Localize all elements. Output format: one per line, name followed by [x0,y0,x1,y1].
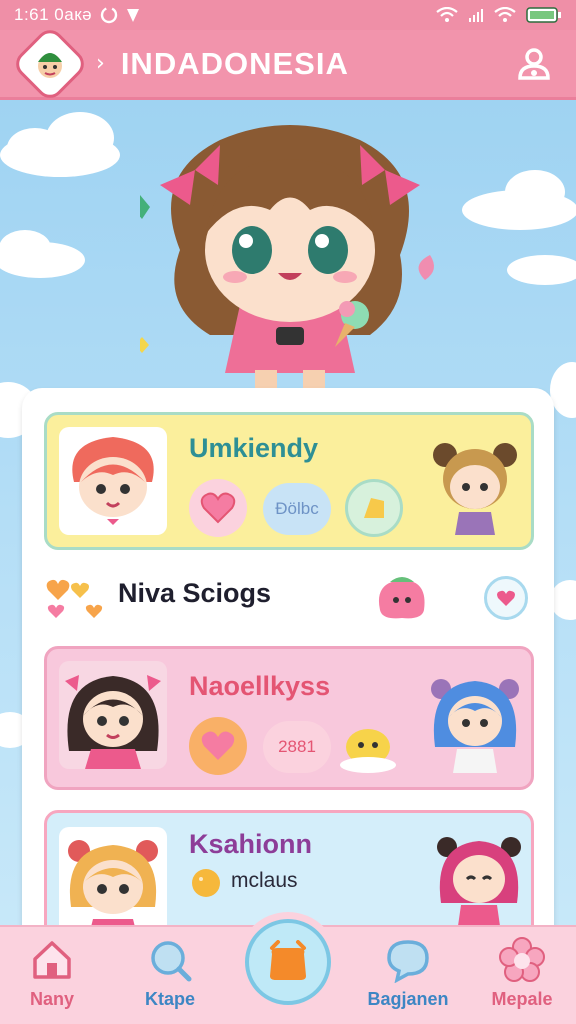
heart-button[interactable] [189,717,247,775]
nav-item-home[interactable]: Nany [0,937,104,1023]
wifi-icon [436,7,458,22]
avatar [59,427,167,535]
nav-item-profile[interactable]: Mepale [470,937,574,1023]
nav-item-label: Mepale [491,989,553,1009]
shield-icon [127,9,140,22]
nav-item-chat[interactable]: Bagjanen [356,937,460,1023]
blonde-girl-avatar-icon [68,840,158,935]
app-header: › INDADONESIA [0,23,576,104]
character-row-2[interactable]: Niva Sciogs [44,566,534,630]
stat-pill[interactable]: Đölbc [263,483,331,535]
heart-icon [200,492,236,524]
avatar [59,661,167,769]
search-icon [151,941,192,982]
user-settings-icon [518,47,550,80]
stat-pill-label: Đölbc [275,499,319,518]
mascot-girl-illustration [140,125,434,392]
status-time: 1:61 0aкə [14,5,93,24]
orange-bag-icon [270,940,306,980]
cheese-icon [364,498,384,518]
yellow-chick-icon [340,729,396,773]
character-name: Ksahionn [189,829,313,859]
status-bar: 1:61 0aкə [0,0,576,30]
bear-girl-avatar-icon [433,443,517,535]
character-name: Naoellkyss [189,671,331,701]
battery-icon [526,7,561,23]
character-card-1[interactable]: Umkiendy Đölbc [44,412,534,550]
orange-fruit-icon [192,869,220,897]
stat-pill-label: 2881 [278,737,316,756]
mascot-logo-icon [38,52,62,78]
character-list-panel: Umkiendy Đölbc Niva Sciogs Naoellkyss 28… [22,388,554,948]
stat-pill[interactable]: 2881 [263,721,331,773]
heart-button[interactable] [189,479,247,537]
center-action-inner [245,919,331,1005]
dark-hair-girl-avatar-icon [65,675,161,769]
character-sub-label: mclaus [231,869,298,892]
nav-item-label: Bagjanen [367,989,449,1009]
app-logo[interactable] [10,23,90,104]
character-card-3[interactable]: Naoellkyss 2881 [44,646,534,790]
heart-icon [201,731,235,760]
nav-item-label: Ktape [144,989,195,1009]
center-action-button[interactable] [238,912,338,1012]
home-icon [33,941,71,979]
user-settings-button[interactable] [514,44,554,84]
hearts-decoration-icon [46,579,103,618]
nav-item-label: Nany [29,989,74,1009]
pink-blob-icon [378,577,425,619]
wifi-icon-2 [494,7,516,22]
character-name: Niva Sciogs [118,578,272,608]
chat-bubble-icon [387,940,429,983]
item-button[interactable] [345,479,403,537]
breadcrumb-separator: › [96,51,105,76]
favorite-button[interactable] [484,576,528,620]
flower-icon [499,937,545,982]
cellular-icon [469,9,483,22]
red-hair-boy-avatar-icon [72,437,154,535]
avatar [59,827,167,935]
sync-icon [100,6,118,24]
heart-icon [497,590,515,606]
character-name: Umkiendy [189,433,319,463]
page-title: INDADONESIA [120,45,349,81]
nav-item-search[interactable]: Ktape [118,937,222,1023]
blue-hair-girl-avatar-icon [431,679,519,773]
